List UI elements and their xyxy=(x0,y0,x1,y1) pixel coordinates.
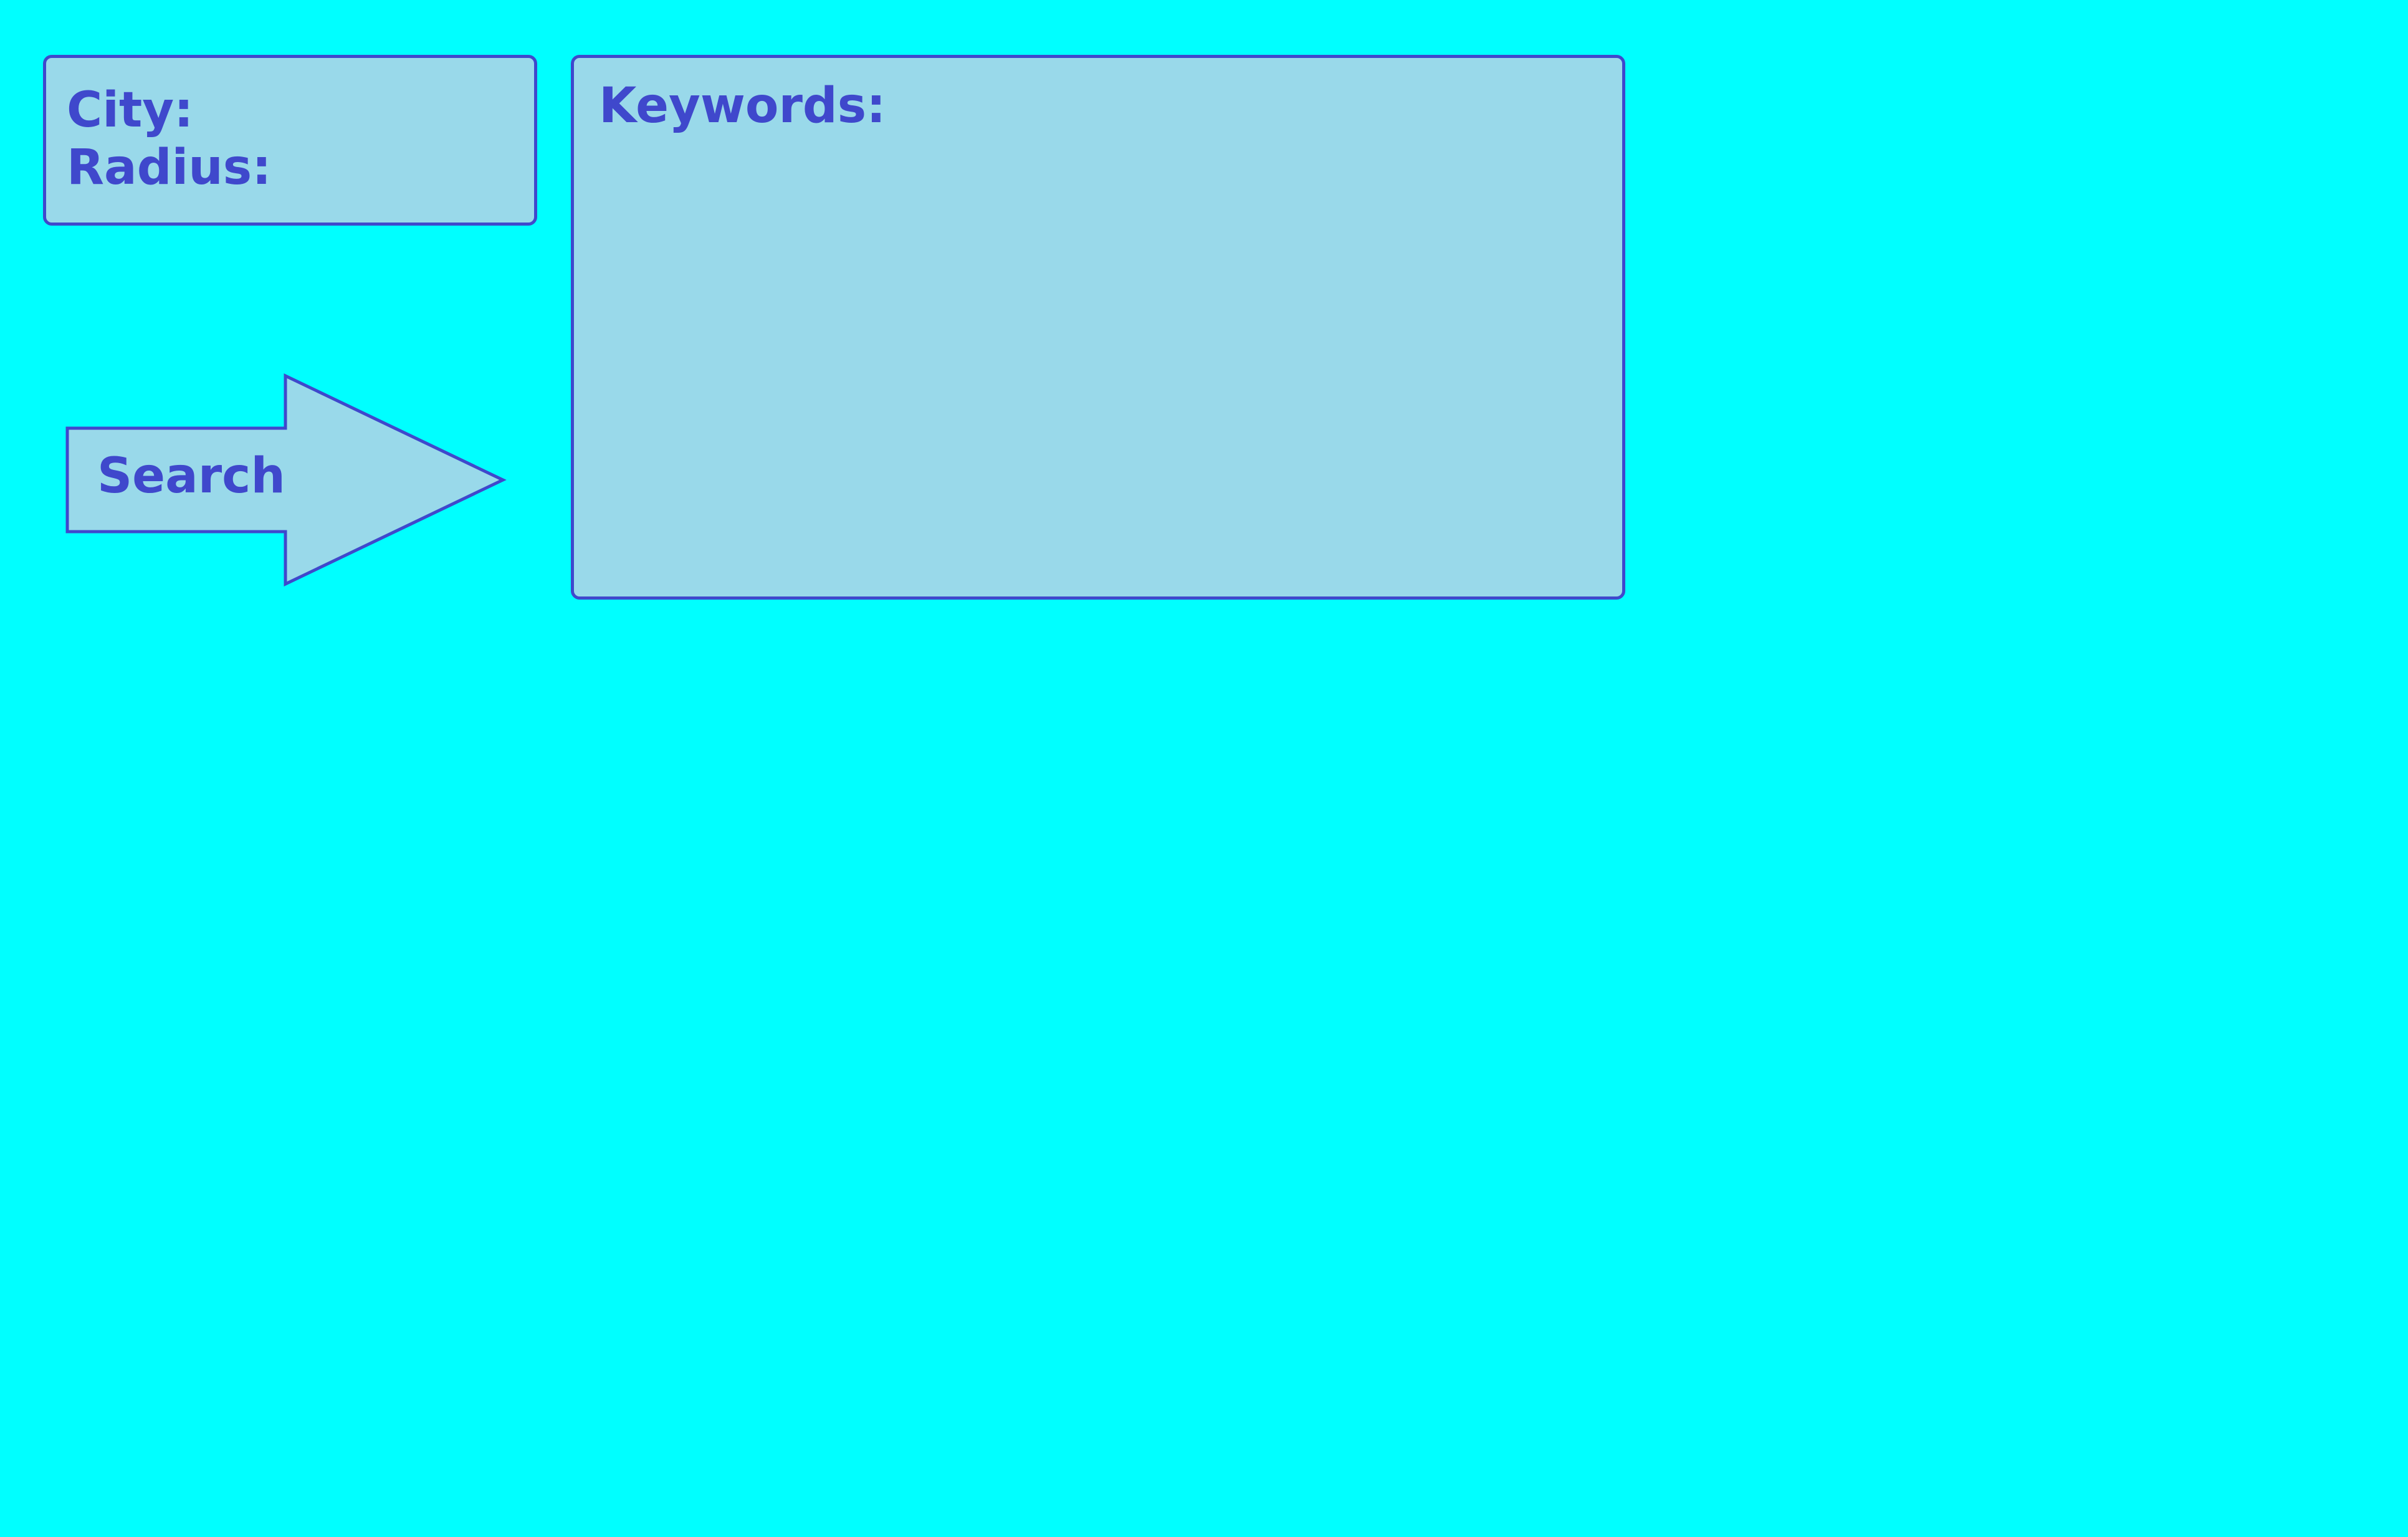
canvas: { "colors": { "background": "#00FFFF", "… xyxy=(0,0,2408,1537)
keywords-label: Keywords: xyxy=(599,78,886,134)
radius-label: Radius: xyxy=(67,140,272,196)
keywords-panel[interactable]: Keywords: xyxy=(571,55,1625,600)
search-label: Search xyxy=(97,448,285,504)
location-panel: City: Radius: xyxy=(43,55,537,226)
search-arrow-button[interactable]: Search xyxy=(62,371,508,589)
city-label: City: xyxy=(67,82,194,138)
